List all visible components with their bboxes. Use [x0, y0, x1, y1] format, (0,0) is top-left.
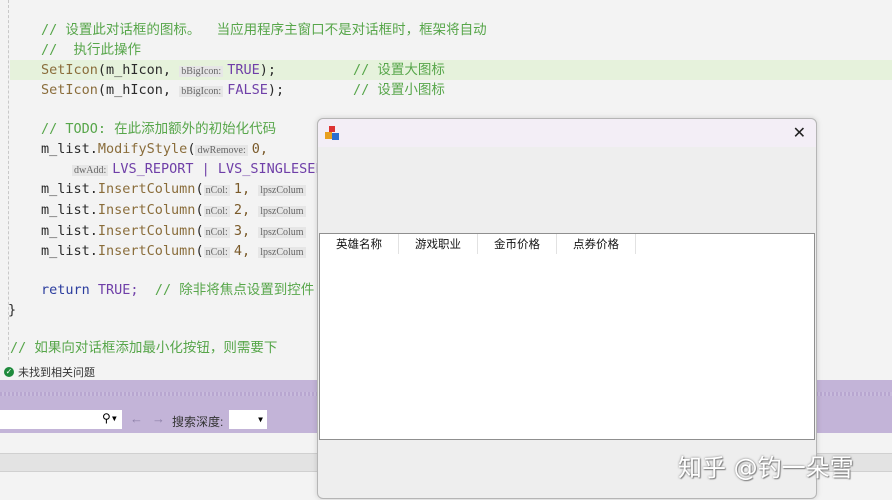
token: (m_hIcon,: [98, 82, 179, 98]
token: return: [41, 282, 90, 298]
status-text: 未找到相关问题: [18, 364, 95, 380]
back-button[interactable]: ←: [130, 411, 143, 426]
param-hint: nCol:: [204, 247, 230, 258]
check-icon: ✓: [4, 367, 14, 377]
token: 0,: [252, 141, 268, 157]
column-header[interactable]: 金币价格: [478, 234, 557, 254]
comment: // 设置小图标: [353, 80, 445, 100]
param-hint: dwRemove:: [195, 145, 247, 156]
token: InsertColumn: [98, 202, 196, 218]
forward-button[interactable]: →: [152, 411, 165, 426]
token: m_list.: [41, 223, 98, 239]
token: m_list.: [41, 202, 98, 218]
token: InsertColumn: [98, 243, 196, 259]
code-line: dwAdd: LVS_REPORT | LVS_SINGLESEL: [72, 159, 324, 179]
param-hint: lpszColum: [258, 185, 305, 196]
code-line: }: [8, 300, 16, 320]
param-hint: nCol:: [204, 206, 230, 217]
close-button[interactable]: ✕: [793, 123, 806, 142]
search-depth-label: 搜索深度:: [172, 413, 223, 430]
code-line: m_list.InsertColumn(nCol:2, lpszColum: [41, 200, 310, 220]
search-icon[interactable]: ⚲▾: [102, 411, 118, 425]
token: 2,: [234, 202, 250, 218]
param-hint: dwAdd:: [72, 165, 108, 176]
code-line: // 如果向对话框添加最小化按钮，则需要下: [10, 338, 277, 358]
token: SetIcon: [41, 62, 98, 78]
code-line: m_list.ModifyStyle(dwRemove:0,: [41, 139, 268, 159]
token: TRUE: [227, 62, 260, 78]
comment: // 设置大图标: [353, 60, 445, 80]
watermark: 知乎 @钓一朵雪: [678, 448, 854, 483]
issues-status: ✓ 未找到相关问题: [4, 364, 95, 380]
list-header: 英雄名称 游戏职业 金币价格 点券价格: [320, 234, 814, 254]
search-depth-select[interactable]: ▼: [229, 410, 267, 429]
param-hint: bBigIcon:: [179, 66, 223, 77]
dialog-titlebar[interactable]: ✕: [318, 119, 816, 147]
app-icon: [324, 125, 340, 141]
token: (m_hIcon,: [98, 62, 179, 78]
param-hint: lpszColum: [258, 206, 305, 217]
param-hint: lpszColum: [258, 247, 305, 258]
token: LVS_REPORT | LVS_SINGLESEL: [112, 161, 323, 177]
token: m_list.: [41, 181, 98, 197]
dialog-window: ✕ 英雄名称 游戏职业 金币价格 点券价格: [317, 118, 817, 499]
token: ModifyStyle: [98, 141, 187, 157]
token: m_list.: [41, 141, 98, 157]
token: InsertColumn: [98, 181, 196, 197]
token: 1,: [234, 181, 250, 197]
code-line: // 执行此操作: [41, 40, 141, 60]
column-header[interactable]: 点券价格: [557, 234, 636, 254]
token: 3,: [234, 223, 250, 239]
code-line: SetIcon(m_hIcon, bBigIcon:FALSE);// 设置小图…: [41, 80, 284, 100]
token: TRUE;: [98, 282, 139, 298]
param-hint: bBigIcon:: [179, 86, 223, 97]
token: );: [268, 82, 284, 98]
list-control[interactable]: 英雄名称 游戏职业 金币价格 点券价格: [319, 233, 815, 440]
param-hint: nCol:: [204, 227, 230, 238]
token: m_list.: [41, 243, 98, 259]
param-hint: lpszColum: [258, 227, 305, 238]
column-header[interactable]: 游戏职业: [399, 234, 478, 254]
code-line: m_list.InsertColumn(nCol:3, lpszColum: [41, 221, 310, 241]
token: 4,: [234, 243, 250, 259]
comment: // 除非将焦点设置到控件: [155, 282, 314, 298]
token: SetIcon: [41, 82, 98, 98]
column-header[interactable]: 英雄名称: [320, 234, 399, 254]
code-line: // 设置此对话框的图标。 当应用程序主窗口不是对话框时，框架将自动: [41, 20, 487, 40]
token: );: [260, 62, 276, 78]
code-line: // TODO: 在此添加额外的初始化代码: [41, 119, 276, 139]
code-line: m_list.InsertColumn(nCol:4, lpszColum: [41, 241, 310, 261]
search-input[interactable]: ⚲▾: [0, 410, 122, 429]
token: FALSE: [227, 82, 268, 98]
code-line: m_list.InsertColumn(nCol:1, lpszColum: [41, 179, 310, 199]
code-line: SetIcon(m_hIcon, bBigIcon:TRUE);// 设置大图标: [41, 60, 276, 80]
param-hint: nCol:: [204, 185, 230, 196]
code-line: return TRUE; // 除非将焦点设置到控件: [41, 280, 314, 300]
token: InsertColumn: [98, 223, 196, 239]
